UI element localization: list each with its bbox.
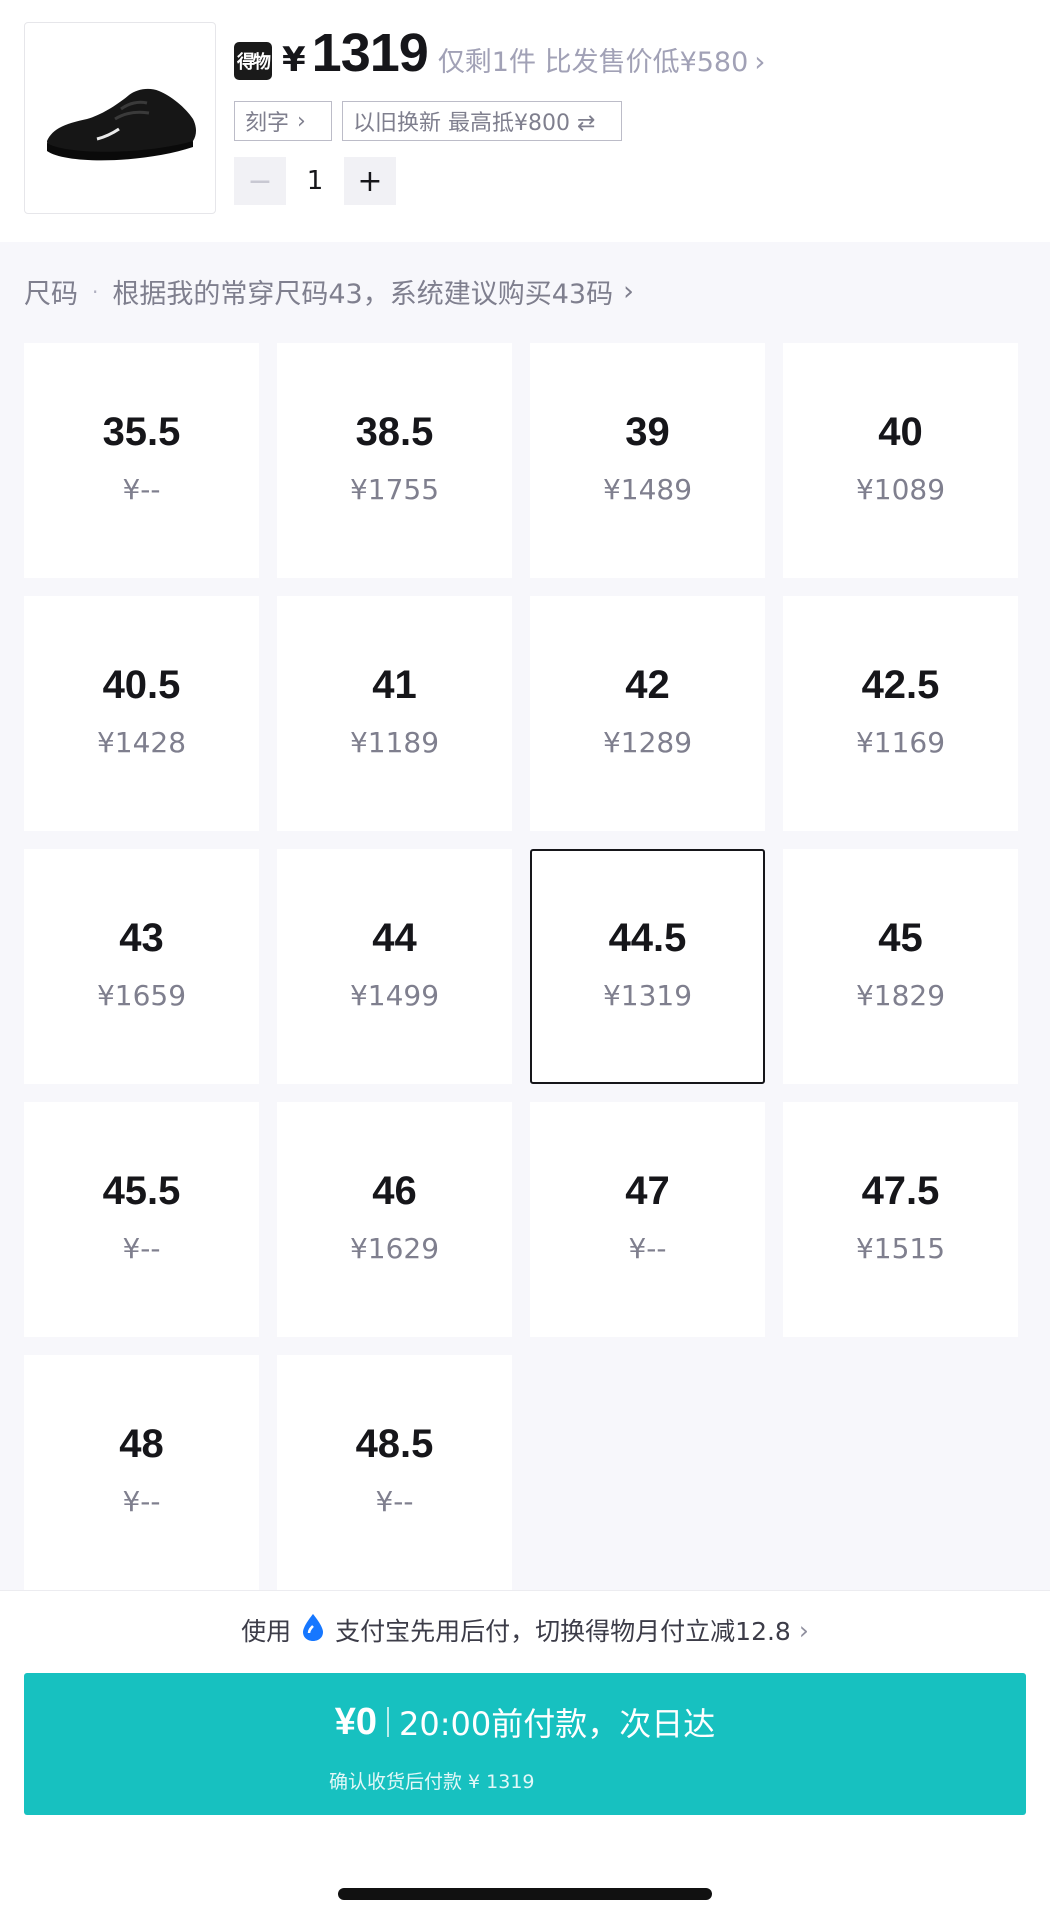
promo-text: 支付宝先用后付，切换得物月付立减12.8 [335,1617,791,1646]
buy-button[interactable]: ¥0 20:00前付款，次日达 确认收货后付款 ¥ 1319 [24,1673,1026,1815]
home-indicator[interactable] [338,1888,712,1900]
quantity-decrease-button[interactable]: − [234,157,286,205]
size-option-47[interactable]: 47 ¥-- [530,1102,765,1337]
buy-divider [387,1707,390,1737]
size-option-41[interactable]: 41 ¥1189 [277,596,512,831]
sneaker-image [47,88,196,161]
size-option-47.5[interactable]: 47.5 ¥1515 [783,1102,1018,1337]
buy-subtext: 确认收货后付款 ¥ 1319 [329,1771,535,1793]
price-line: ¥ 1319 仅剩1件 比发售价低¥580 › [282,22,766,92]
size-label: 35.5 [102,409,181,454]
promo-prefix: 使用 [241,1617,292,1646]
alipay-promo[interactable]: 使用 支付宝先用后付，切换得物月付立减12.8 › [0,1612,1050,1648]
size-price: ¥-- [628,1231,667,1265]
size-price: ¥1755 [349,472,440,506]
product-thumbnail[interactable] [24,22,216,214]
size-price: ¥1829 [855,978,946,1012]
size-recommendation[interactable]: 尺码 · 根据我的常穿尺码43，系统建议购买43码 › [24,272,634,311]
size-option-42.5[interactable]: 42.5 ¥1169 [783,596,1018,831]
buy-main-line: ¥0 20:00前付款，次日达 [24,1699,1026,1745]
size-option-45[interactable]: 45 ¥1829 [783,849,1018,1084]
engrave-tag[interactable]: 刻字 › [234,101,332,141]
size-option-45.5[interactable]: 45.5 ¥-- [24,1102,259,1337]
size-label: 48.5 [355,1421,434,1466]
size-label: 38.5 [355,409,434,454]
size-price: ¥-- [122,1231,161,1265]
size-price: ¥1319 [602,978,693,1012]
size-label: 44.5 [608,915,687,960]
size-option-48[interactable]: 48 ¥-- [24,1355,259,1590]
quantity-value: 1 [306,166,324,196]
size-label: 42.5 [861,662,940,707]
chevron-right-icon: › [297,108,306,134]
size-price: ¥1289 [602,725,693,759]
alipay-drop-icon [301,1612,325,1648]
size-price: ¥1499 [349,978,440,1012]
size-price: ¥1189 [349,725,440,759]
engrave-tag-label: 刻字 [245,111,290,136]
size-label: 44 [372,915,417,960]
size-label: 45 [878,915,923,960]
size-option-43[interactable]: 43 ¥1659 [24,849,259,1084]
product-price: 1319 [311,23,429,83]
size-option-40[interactable]: 40 ¥1089 [783,343,1018,578]
size-option-39[interactable]: 39 ¥1489 [530,343,765,578]
size-recommendation-text: 根据我的常穿尺码43，系统建议购买43码 [112,279,614,310]
chevron-right-icon: › [623,276,634,307]
size-option-46[interactable]: 46 ¥1629 [277,1102,512,1337]
buy-amount: ¥0 [334,1700,378,1743]
size-price: ¥-- [122,1484,161,1518]
size-price: ¥-- [375,1484,414,1518]
size-option-42[interactable]: 42 ¥1289 [530,596,765,831]
size-label: 48 [119,1421,164,1466]
size-label: 46 [372,1168,417,1213]
size-option-44[interactable]: 44 ¥1499 [277,849,512,1084]
chevron-right-icon: › [754,45,766,78]
size-option-40.5[interactable]: 40.5 ¥1428 [24,596,259,831]
size-label: 40 [878,409,923,454]
size-label: 45.5 [102,1168,181,1213]
size-price: ¥1169 [855,725,946,759]
size-option-38.5[interactable]: 38.5 ¥1755 [277,343,512,578]
size-price: ¥1515 [855,1231,946,1265]
size-label: 47.5 [861,1168,940,1213]
dewu-brand-badge: 得物 [234,42,272,80]
price-note-text: 仅剩1件 比发售价低¥580 [437,47,749,78]
size-grid: 35.5 ¥-- 38.5 ¥1755 39 ¥1489 40 ¥1089 40.5 ¥1428 4… [24,343,1019,1590]
tradein-tag-label: 以旧换新 最高抵¥800 ⇄ [353,111,596,136]
size-price: ¥1489 [602,472,693,506]
size-label: 47 [625,1168,670,1213]
size-price: ¥1659 [96,978,187,1012]
size-label: 43 [119,915,164,960]
size-price: ¥1428 [96,725,187,759]
size-label: 40.5 [102,662,181,707]
product-header: 得物 ¥ 1319 仅剩1件 比发售价低¥580 › 刻字 › 以旧换新 最高抵¥8… [0,0,1050,242]
size-section-label: 尺码 [24,279,78,310]
size-price: ¥1089 [855,472,946,506]
price-note[interactable]: 仅剩1件 比发售价低¥580 › [438,40,766,79]
tradein-tag[interactable]: 以旧换新 最高抵¥800 ⇄ [342,101,622,141]
size-label: 41 [372,662,417,707]
size-price: ¥1629 [349,1231,440,1265]
separator-dot: · [92,279,99,304]
size-label: 42 [625,662,670,707]
chevron-right-icon: › [798,1615,809,1645]
minus-icon: − [247,163,273,199]
buy-delivery-text: 20:00前付款，次日达 [399,1705,716,1743]
size-option-48.5[interactable]: 48.5 ¥-- [277,1355,512,1590]
size-option-44.5[interactable]: 44.5 ¥1319 [530,849,765,1084]
currency-symbol: ¥ [282,40,306,80]
quantity-increase-button[interactable]: + [344,157,396,205]
plus-icon: + [357,163,383,199]
size-option-35.5[interactable]: 35.5 ¥-- [24,343,259,578]
size-label: 39 [625,409,670,454]
size-price: ¥-- [122,472,161,506]
